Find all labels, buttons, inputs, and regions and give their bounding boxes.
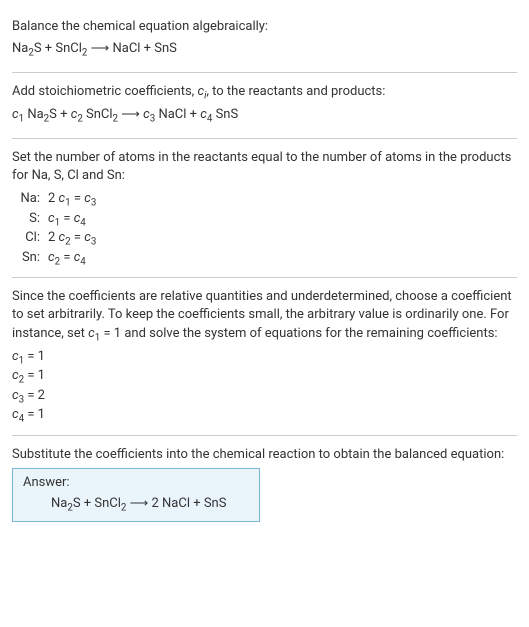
- c4: c: [200, 107, 207, 122]
- eqn-rhs: ⟶ NaCl + SnS: [87, 41, 177, 56]
- s-eq: =: [60, 211, 74, 226]
- sn-c2: c: [48, 250, 55, 265]
- na-pre: 2: [48, 191, 59, 206]
- ans-a: Na: [51, 496, 67, 511]
- sn-body: c2 = c4: [48, 248, 517, 268]
- cl4-c: c: [12, 407, 19, 422]
- section-coefficients: Add stoichiometric coefficients, ci, to …: [12, 73, 517, 138]
- answer-equation: Na2S + SnCl2 ⟶ 2 NaCl + SnS: [23, 496, 249, 511]
- solve-c1: c: [88, 326, 95, 341]
- coef-title: Add stoichiometric coefficients, ci, to …: [12, 83, 517, 101]
- ans-c: ⟶ 2 NaCl + SnS: [126, 496, 226, 511]
- cl3-c: c: [12, 388, 19, 403]
- section-balance: Balance the chemical equation algebraica…: [12, 8, 517, 73]
- balance-title: Balance the chemical equation algebraica…: [12, 18, 517, 36]
- ans-b: S + SnCl: [73, 496, 121, 511]
- row-na: Na: 2 c1 = c3: [12, 189, 517, 209]
- cl-eq: =: [71, 230, 85, 245]
- cl1-v: = 1: [24, 349, 45, 364]
- cl-body: 2 c2 = c3: [48, 228, 517, 248]
- part4: SnS: [212, 107, 238, 122]
- coef-equation: c1 Na2S + c2 SnCl2 ⟶ c3 NaCl + c4 SnS: [12, 106, 517, 124]
- na-c3s: 3: [91, 198, 96, 209]
- s-body: c1 = c4: [48, 209, 517, 229]
- answer-label: Answer:: [23, 475, 249, 490]
- sn-eq: =: [60, 250, 74, 265]
- cl2-v: = 1: [24, 368, 45, 383]
- solve-title: Since the coefficients are relative quan…: [12, 288, 517, 343]
- coef-line-3: c3 = 2: [12, 386, 517, 406]
- eqn-mid: S + SnCl: [34, 41, 82, 56]
- c1: c: [12, 107, 19, 122]
- cl-c3: c: [84, 230, 91, 245]
- section-atoms: Set the number of atoms in the reactants…: [12, 139, 517, 278]
- sn-c4s: 4: [80, 256, 85, 267]
- sn-label: Sn:: [12, 248, 48, 268]
- atoms-title: Set the number of atoms in the reactants…: [12, 149, 517, 185]
- cl4-v: = 1: [24, 407, 45, 422]
- s-c1: c: [48, 211, 55, 226]
- na-eq: =: [71, 191, 85, 206]
- row-s: S: c1 = c4: [12, 209, 517, 229]
- balance-equation: Na2S + SnCl2 ⟶ NaCl + SnS: [12, 40, 517, 58]
- s-label: S:: [12, 209, 48, 229]
- answer-box: Answer: Na2S + SnCl2 ⟶ 2 NaCl + SnS: [12, 468, 260, 522]
- section-answer: Substitute the coefficients into the che…: [12, 436, 517, 532]
- arrow: ⟶: [118, 107, 143, 122]
- answer-title: Substitute the coefficients into the che…: [12, 446, 517, 464]
- cl-c3s: 3: [91, 237, 96, 248]
- na2s-a: Na: [24, 107, 44, 122]
- na-label: Na:: [12, 189, 48, 209]
- eqn-na: Na: [12, 41, 28, 56]
- cl-label: Cl:: [12, 228, 48, 248]
- coef-title-b: , to the reactants and products:: [206, 84, 385, 99]
- coef-title-a: Add stoichiometric coefficients,: [12, 84, 197, 99]
- c3: c: [143, 107, 150, 122]
- coef-line-1: c1 = 1: [12, 347, 517, 367]
- na-body: 2 c1 = c3: [48, 189, 517, 209]
- atoms-table: Na: 2 c1 = c3 S: c1 = c4 Cl: 2 c2 = c3 S…: [12, 189, 517, 267]
- na2s-b: S +: [49, 107, 71, 122]
- section-solve: Since the coefficients are relative quan…: [12, 278, 517, 436]
- coef-line-2: c2 = 1: [12, 366, 517, 386]
- na-c3: c: [84, 191, 91, 206]
- solve-b: = 1 and solve the system of equations fo…: [100, 326, 497, 341]
- row-cl: Cl: 2 c2 = c3: [12, 228, 517, 248]
- row-sn: Sn: c2 = c4: [12, 248, 517, 268]
- part3: NaCl +: [155, 107, 200, 122]
- cl3-v: = 2: [24, 388, 45, 403]
- coef-line-4: c4 = 1: [12, 405, 517, 425]
- cl1-c: c: [12, 349, 19, 364]
- cl-pre: 2: [48, 230, 59, 245]
- cl2-c: c: [12, 368, 19, 383]
- s-c4s: 4: [80, 217, 85, 228]
- sncl2-a: SnCl: [83, 107, 113, 122]
